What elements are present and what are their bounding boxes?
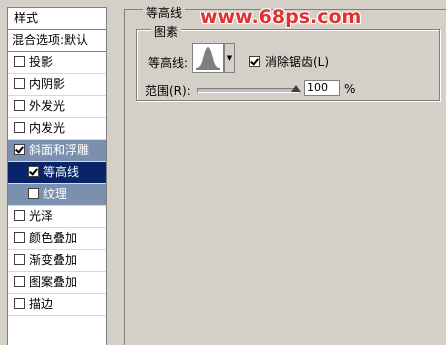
anti-alias-option[interactable]: 消除锯齿(L): [249, 53, 329, 70]
style-item-gradient-overlay[interactable]: 渐变叠加: [8, 250, 106, 272]
blend-options-item[interactable]: 混合选项:默认: [8, 30, 106, 52]
style-item-color-overlay[interactable]: 颜色叠加: [8, 228, 106, 250]
satin-checkbox[interactable]: [14, 210, 25, 221]
color-overlay-checkbox[interactable]: [14, 232, 25, 243]
contour-checkbox[interactable]: [28, 166, 39, 177]
anti-alias-label: 消除锯齿(L): [265, 55, 330, 69]
pattern-overlay-checkbox[interactable]: [14, 276, 25, 287]
range-slider-thumb[interactable]: [291, 85, 301, 92]
range-input[interactable]: 100: [304, 80, 340, 96]
range-label: 范围(R):: [145, 84, 191, 98]
contour-label: 等高线:: [148, 56, 189, 70]
style-item-label: 渐变叠加: [29, 253, 78, 267]
contour-preview[interactable]: [192, 43, 224, 73]
bevel-emboss-checkbox[interactable]: [14, 144, 25, 155]
style-item-pattern-overlay[interactable]: 图案叠加: [8, 272, 106, 294]
contour-dropdown-button[interactable]: ▼: [224, 43, 235, 73]
watermark-text: www.68ps.com: [200, 6, 362, 28]
range-slider-track[interactable]: [197, 88, 299, 93]
inner-glow-checkbox[interactable]: [14, 122, 25, 133]
style-item-label: 内发光: [29, 121, 66, 135]
drop-shadow-checkbox[interactable]: [14, 56, 25, 67]
outer-glow-checkbox[interactable]: [14, 100, 25, 111]
contour-curve-icon: [196, 47, 220, 70]
style-item-texture[interactable]: 纹理: [8, 184, 106, 206]
stroke-checkbox[interactable]: [14, 298, 25, 309]
gradient-overlay-checkbox[interactable]: [14, 254, 25, 265]
style-item-satin[interactable]: 光泽: [8, 206, 106, 228]
style-item-label: 内阴影: [29, 77, 66, 91]
styles-list-panel: 样式 混合选项:默认 投影 内阴影 外发光 内发光 斜面和浮雕 等高线 纹理 光…: [7, 7, 107, 345]
style-item-label: 斜面和浮雕: [29, 143, 90, 157]
style-item-label: 描边: [29, 297, 54, 311]
style-item-label: 投影: [29, 55, 54, 69]
style-item-bevel-emboss[interactable]: 斜面和浮雕: [8, 140, 106, 162]
style-item-inner-glow[interactable]: 内发光: [8, 118, 106, 140]
style-item-label: 等高线: [43, 165, 80, 179]
range-unit: %: [344, 82, 356, 96]
style-item-label: 光泽: [29, 209, 54, 223]
style-item-label: 纹理: [43, 187, 68, 201]
style-item-contour[interactable]: 等高线: [8, 162, 106, 184]
elements-subgroup-title: 图素: [151, 23, 182, 40]
style-item-drop-shadow[interactable]: 投影: [8, 52, 106, 74]
contour-group-title: 等高线: [143, 4, 186, 21]
style-item-label: 颜色叠加: [29, 231, 78, 245]
style-item-stroke[interactable]: 描边: [8, 294, 106, 316]
texture-checkbox[interactable]: [28, 188, 39, 199]
style-item-inner-shadow[interactable]: 内阴影: [8, 74, 106, 96]
styles-header: 样式: [8, 8, 106, 30]
style-item-label: 图案叠加: [29, 275, 78, 289]
inner-shadow-checkbox[interactable]: [14, 78, 25, 89]
style-item-label: 外发光: [29, 99, 66, 113]
style-item-outer-glow[interactable]: 外发光: [8, 96, 106, 118]
chevron-down-icon: ▼: [226, 54, 233, 62]
anti-alias-checkbox[interactable]: [249, 56, 260, 67]
